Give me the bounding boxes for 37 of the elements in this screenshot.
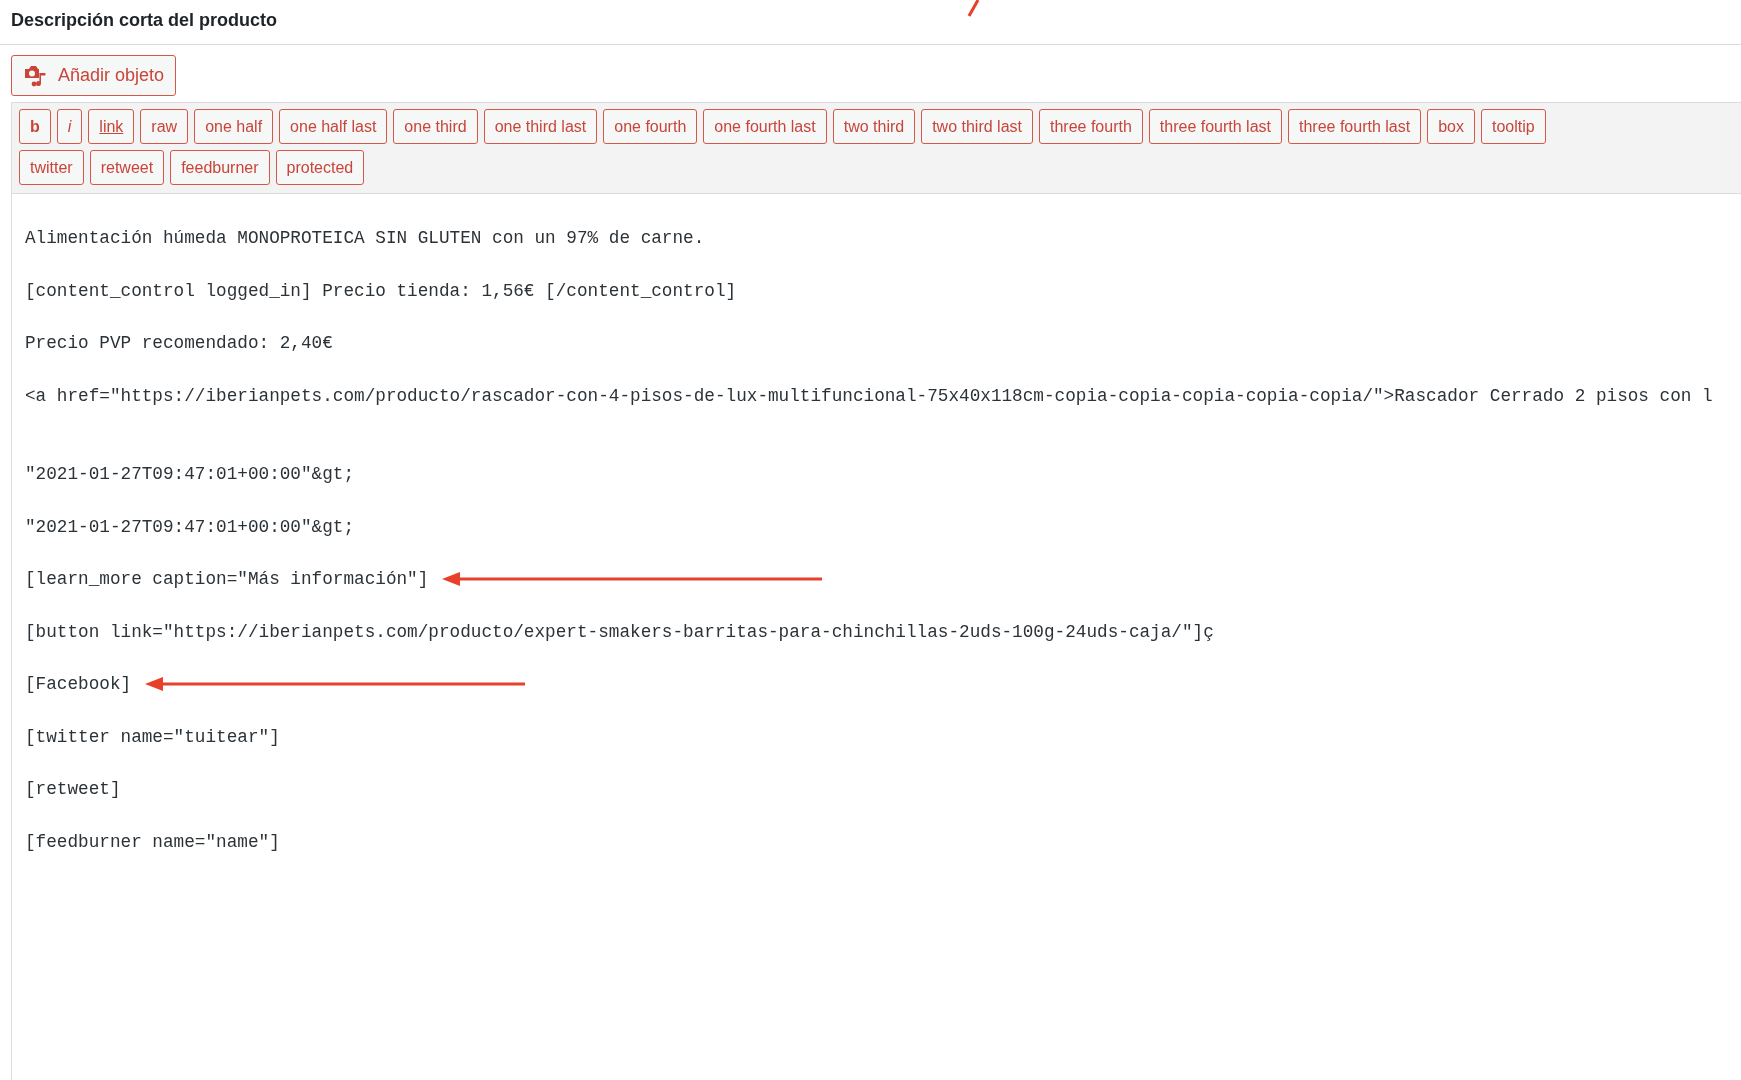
editor-text-line: [twitter name="tuitear"] xyxy=(25,726,280,747)
quicktag-button[interactable]: twitter xyxy=(19,150,84,185)
annotation-stroke xyxy=(966,0,981,18)
quicktag-button[interactable]: box xyxy=(1427,109,1475,144)
quicktag-button[interactable]: three fourth xyxy=(1039,109,1143,144)
quicktag-button[interactable]: two third last xyxy=(921,109,1033,144)
quicktag-button[interactable]: i xyxy=(56,109,83,144)
editor-text-line: [Facebook] xyxy=(25,674,132,695)
quicktag-button[interactable]: one fourth xyxy=(603,109,698,144)
quicktag-button[interactable]: protected xyxy=(275,150,365,185)
section-title: Descripción corta del producto xyxy=(11,10,278,31)
editor-text-line: "2021-01-27T09:47:01+00:00"&gt; xyxy=(25,516,355,537)
quicktag-button[interactable]: one half last xyxy=(279,109,388,144)
editor-text-line: [button link="https://iberianpets.com/producto/expert-smakers-barritas-para-chinchillas-2uds-100g-24uds-caja/"]ç xyxy=(25,621,1214,642)
quicktag-button[interactable]: retweet xyxy=(89,150,165,185)
editor-text-line: <a href="https://iberianpets.com/producto/rascador-con-4-pisos-de-lux-multifuncional-75x40x118cm-copia-copia-copia-copia-copia/">Rascador Cerrado 2 pisos con l xyxy=(25,385,1713,406)
quicktag-button[interactable]: tooltip xyxy=(1480,109,1546,144)
editor-text-line: [feedburner name="name"] xyxy=(25,831,280,852)
editor-text-line: [retweet] xyxy=(25,779,121,800)
quicktag-button[interactable]: one fourth last xyxy=(703,109,827,144)
quicktag-button[interactable]: link xyxy=(88,109,135,144)
quicktag-button[interactable]: feedburner xyxy=(170,150,270,185)
quicktag-button[interactable]: three fourth last xyxy=(1148,109,1282,144)
editor-text-line: [learn_more caption="Más información"] xyxy=(25,569,429,590)
media-icon xyxy=(24,64,48,87)
quicktag-button[interactable]: one third last xyxy=(483,109,598,144)
quicktag-button[interactable]: one third xyxy=(393,109,478,144)
quicktag-button[interactable]: three fourth last xyxy=(1288,109,1422,144)
quicktag-button[interactable]: two third xyxy=(832,109,916,144)
quicktag-button[interactable]: one half xyxy=(194,109,274,144)
editor-text-line: "2021-01-27T09:47:01+00:00"&gt; xyxy=(25,464,355,485)
quicktag-button[interactable]: raw xyxy=(140,109,189,144)
editor-text-line: Precio PVP recomendado: 2,40€ xyxy=(25,333,333,354)
add-media-button[interactable]: Añadir objeto xyxy=(11,55,177,96)
quicktag-button[interactable]: b xyxy=(19,109,51,144)
editor-text-line: [content_control logged_in] Precio tienda: 1,56€ [/content_control] xyxy=(25,280,737,301)
editor-text-line: Alimentación húmeda MONOPROTEICA SIN GLUTEN con un 97% de carne. xyxy=(25,228,705,249)
